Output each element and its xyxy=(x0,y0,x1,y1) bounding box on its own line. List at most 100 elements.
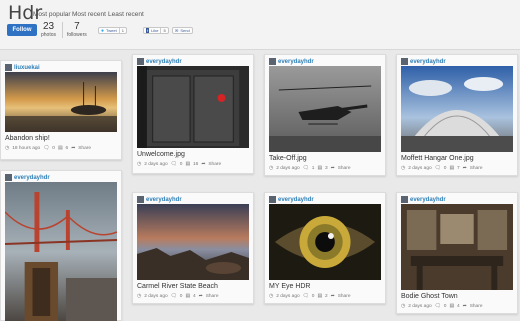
username[interactable]: everydayhdr xyxy=(278,59,314,65)
photo-card[interactable]: liuxuekai Abandon ship! ◷ 18 hours ago 🗨 0… xyxy=(0,60,122,160)
photo-card[interactable]: everydayhdr Unwelcome.jpg ◷ 2 days ago 🗨 0… xyxy=(132,54,254,174)
photo-date: 2 days ago xyxy=(144,162,168,167)
followers-count: 7 xyxy=(74,21,80,32)
avatar[interactable] xyxy=(137,196,144,203)
page-header: Hdr Most popular Most recent Least recen… xyxy=(0,0,520,50)
photo-thumbnail[interactable] xyxy=(269,204,381,280)
follow-button[interactable]: Follow xyxy=(7,24,37,36)
comment-count[interactable]: 0 xyxy=(52,146,55,151)
avatar[interactable] xyxy=(269,196,276,203)
clock-icon: ◷ xyxy=(137,162,142,167)
photo-card[interactable]: everydayhdr Moffett Hangar One.jpg ◷ 2 da… xyxy=(396,54,518,176)
photo-title[interactable]: Bodie Ghost Town xyxy=(401,293,458,300)
share-icon: ➦ xyxy=(71,146,76,151)
photo-thumbnail[interactable] xyxy=(269,66,381,152)
avatar[interactable] xyxy=(5,64,12,71)
photo-meta: ◷ 2 days ago 🗨 1 ▤ 3 ➦ Share xyxy=(269,166,351,171)
photo-card[interactable]: everydayhdr Take-Off.jpg ◷ 2 days ago 🗨 1 … xyxy=(264,54,386,176)
share-link[interactable]: Share xyxy=(206,294,219,299)
share-link[interactable]: Share xyxy=(338,294,351,299)
comment-icon: 🗨 xyxy=(302,294,309,299)
card-header: everydayhdr xyxy=(137,58,182,65)
photo-title[interactable]: Take-Off.jpg xyxy=(269,155,307,162)
comment-count[interactable]: 0 xyxy=(444,166,447,171)
like-count: 5 xyxy=(160,28,166,33)
photo-card[interactable]: everydayhdr Carmel River State Beach ◷ 2 … xyxy=(132,192,254,304)
nav-most-popular[interactable]: Most popular xyxy=(33,11,71,18)
clock-icon: ◷ xyxy=(269,166,274,171)
share-icon: ➦ xyxy=(462,166,467,171)
card-header: everydayhdr xyxy=(5,174,50,181)
comment-count[interactable]: 0 xyxy=(180,294,183,299)
clock-icon: ◷ xyxy=(5,146,10,151)
photo-title[interactable]: Carmel River State Beach xyxy=(137,283,218,290)
photo-date: 18 hours ago xyxy=(12,146,41,151)
views-icon: ▤ xyxy=(185,294,190,299)
comment-count[interactable]: 0 xyxy=(180,162,183,167)
photo-thumbnail[interactable] xyxy=(137,204,249,280)
photo-meta: ◷ 2 days ago 🗨 0 ▤ 4 ➦ Share xyxy=(137,294,219,299)
share-link[interactable]: Share xyxy=(208,162,221,167)
avatar[interactable] xyxy=(137,58,144,65)
views-count: 2 xyxy=(324,294,328,299)
comment-icon: 🗨 xyxy=(434,304,441,309)
photo-title[interactable]: MY Eye HDR xyxy=(269,283,311,290)
avatar[interactable] xyxy=(401,196,408,203)
abandon-ship-image xyxy=(5,72,117,132)
share-link[interactable]: Share xyxy=(338,166,351,171)
comment-count[interactable]: 0 xyxy=(444,304,447,309)
photo-meta: ◷ 18 hours ago 🗨 0 ▤ 6 ➦ Share xyxy=(5,146,91,151)
views-icon: ▤ xyxy=(57,146,63,151)
avatar[interactable] xyxy=(269,58,276,65)
photo-card[interactable]: everydayhdr Bodie Ghost Town ◷ 2 days ago… xyxy=(396,192,518,314)
photo-title[interactable]: Moffett Hangar One.jpg xyxy=(401,155,474,162)
like-label: Like xyxy=(151,28,159,33)
photo-thumbnail[interactable] xyxy=(401,66,513,152)
photo-date: 2 days ago xyxy=(408,304,432,309)
comment-icon: 🗨 xyxy=(302,166,309,171)
photo-title[interactable]: Abandon ship! xyxy=(5,135,50,142)
views-count: 3 xyxy=(324,166,328,171)
photo-card[interactable]: everydayhdr xyxy=(0,170,122,321)
card-header: everydayhdr xyxy=(137,196,182,203)
photo-card[interactable]: everydayhdr MY Eye HDR ◷ 2 days ago 🗨 0 ▤ 2… xyxy=(264,192,386,304)
photos-stat: 23 photos xyxy=(41,21,57,39)
photo-thumbnail[interactable] xyxy=(5,182,117,321)
photo-thumbnail[interactable] xyxy=(5,72,117,132)
username[interactable]: everydayhdr xyxy=(278,197,314,203)
avatar[interactable] xyxy=(5,174,12,181)
username[interactable]: everydayhdr xyxy=(146,197,182,203)
twitter-icon: ● xyxy=(101,27,105,34)
photos-count: 23 xyxy=(42,21,55,32)
unwelcome-image xyxy=(137,66,249,148)
username[interactable]: everydayhdr xyxy=(410,59,446,65)
username[interactable]: liuxuekai xyxy=(14,65,40,71)
send-icon: ✉ xyxy=(175,28,179,33)
username[interactable]: everydayhdr xyxy=(14,175,50,181)
photo-meta: ◷ 2 days ago 🗨 0 ▤ 16 ➦ Share xyxy=(137,162,221,167)
share-link[interactable]: Share xyxy=(470,166,483,171)
hangar-image xyxy=(401,66,513,152)
send-button[interactable]: ✉ Send xyxy=(172,27,193,34)
share-icon: ➦ xyxy=(330,166,335,171)
avatar[interactable] xyxy=(401,58,408,65)
photo-thumbnail[interactable] xyxy=(401,204,513,290)
comment-icon: 🗨 xyxy=(43,146,50,151)
comment-count[interactable]: 0 xyxy=(312,294,315,299)
like-button[interactable]: f Like 5 xyxy=(143,27,169,34)
followers-label: followers xyxy=(67,32,87,38)
photo-thumbnail[interactable] xyxy=(137,66,249,148)
nav-most-recent[interactable]: Most recent xyxy=(72,11,106,18)
username[interactable]: everydayhdr xyxy=(146,59,182,65)
username[interactable]: everydayhdr xyxy=(410,197,446,203)
card-header: everydayhdr xyxy=(401,196,446,203)
send-label: Send xyxy=(180,28,190,33)
nav-least-recent[interactable]: Least recent xyxy=(108,11,144,18)
tweet-button[interactable]: ● Tweet 1 xyxy=(98,27,127,34)
comment-count[interactable]: 1 xyxy=(312,166,315,171)
share-link[interactable]: Share xyxy=(78,146,91,151)
views-count: 7 xyxy=(456,166,460,171)
photo-title[interactable]: Unwelcome.jpg xyxy=(137,151,185,158)
photos-label: photos xyxy=(41,32,57,38)
share-link[interactable]: Share xyxy=(470,304,483,309)
